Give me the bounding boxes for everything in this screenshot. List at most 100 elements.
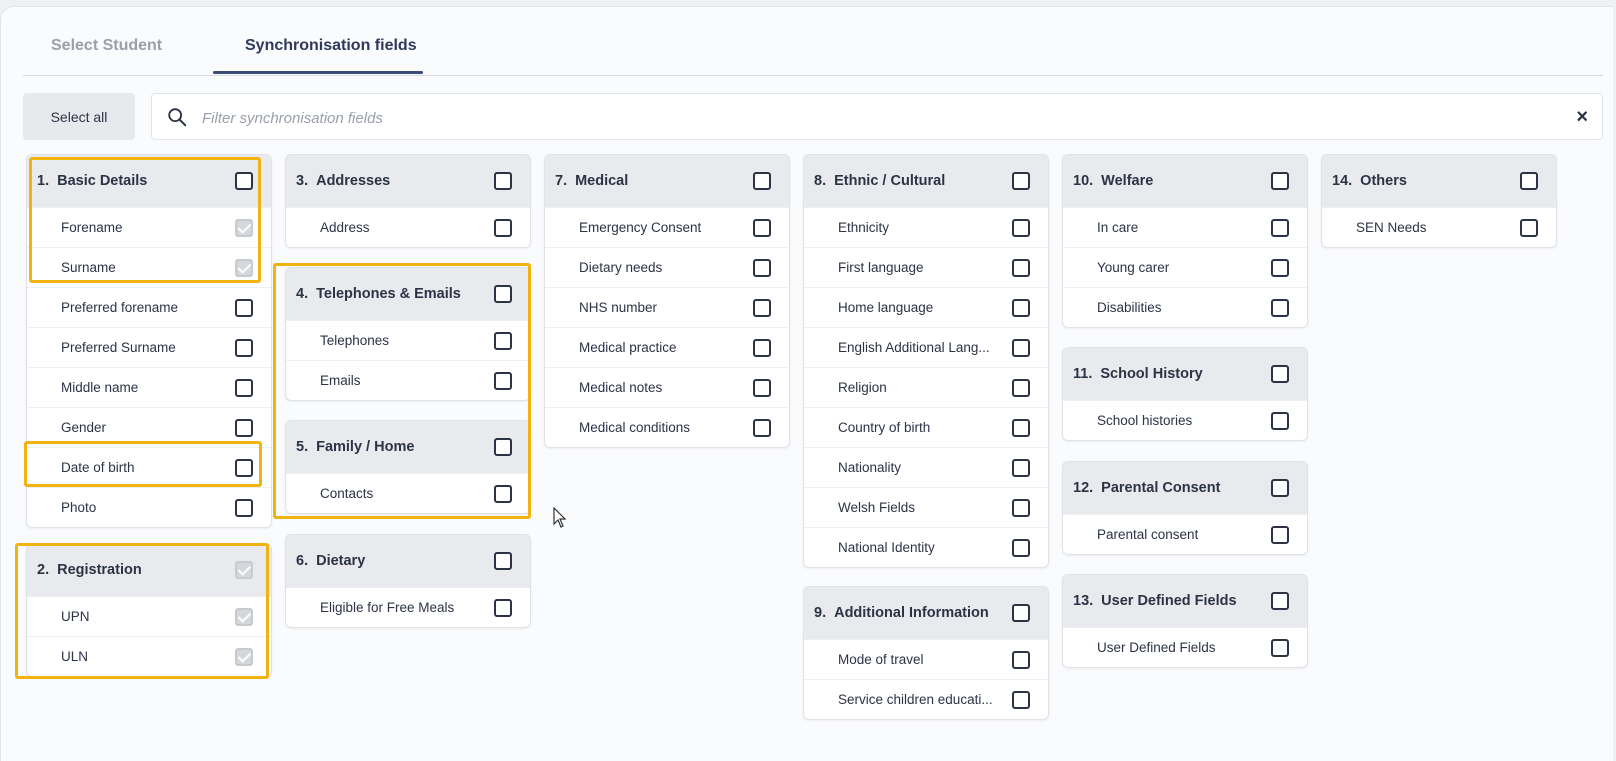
section-number: 11. [1073,366,1093,382]
filter-input[interactable] [200,102,1544,134]
field-label: Nationality [838,460,902,475]
tab-select-student[interactable]: Select Student [51,37,162,55]
field-checkbox[interactable] [494,219,512,237]
field-checkbox[interactable] [494,332,512,350]
field-label: Date of birth [61,460,135,475]
field-row-upn: UPN [27,596,271,636]
field-checkbox[interactable] [235,339,253,357]
section-header: 13. User Defined Fields [1063,575,1307,627]
section-addresses: 3. Addresses Address [285,154,531,248]
field-checkbox[interactable] [1012,379,1030,397]
field-checkbox[interactable] [1271,412,1289,430]
field-checkbox[interactable] [753,219,771,237]
field-label: Home language [838,300,934,315]
field-label: English Additional Lang... [838,340,990,355]
field-row-young-carer: Young carer [1063,247,1307,287]
tab-synchronisation-fields[interactable]: Synchronisation fields [231,37,431,55]
field-checkbox[interactable] [753,419,771,437]
field-label: Eligible for Free Meals [320,600,455,615]
section-header: 3. Addresses [286,155,530,207]
field-checkbox[interactable] [1520,219,1538,237]
section-select-checkbox[interactable] [1271,172,1289,190]
field-checkbox[interactable] [1012,691,1030,709]
field-row-gender: Gender [27,407,271,447]
field-checkbox[interactable] [1012,299,1030,317]
field-checkbox[interactable] [753,339,771,357]
section-dietary: 6. Dietary Eligible for Free Meals [285,534,531,628]
section-select-checkbox[interactable] [1520,172,1538,190]
field-checkbox[interactable] [235,219,253,237]
field-row-dietary-needs: Dietary needs [545,247,789,287]
field-label: Parental consent [1097,527,1199,542]
section-number: 6. [296,553,309,569]
field-row-english-additional-lang: English Additional Lang... [804,327,1048,367]
section-telephones-emails: 4. Telephones & Emails Telephones Emails [285,267,531,401]
section-title: Telephones & Emails [316,286,461,302]
field-label: Preferred forename [61,300,179,315]
field-checkbox[interactable] [235,259,253,277]
field-label: In care [1097,220,1139,235]
section-number: 12. [1073,480,1094,496]
section-select-checkbox[interactable] [235,172,253,190]
section-ethnic-cultural: 8. Ethnic / Cultural Ethnicity First langua… [803,154,1049,568]
field-checkbox[interactable] [1271,639,1289,657]
section-select-checkbox[interactable] [753,172,771,190]
field-checkbox[interactable] [1012,651,1030,669]
field-checkbox[interactable] [1271,259,1289,277]
section-select-checkbox[interactable] [1012,604,1030,622]
section-header: 5. Family / Home [286,421,530,473]
field-label: UPN [61,609,90,624]
field-checkbox[interactable] [1012,419,1030,437]
section-select-checkbox[interactable] [1271,592,1289,610]
select-all-button[interactable]: Select all [23,93,135,140]
field-label: Photo [61,500,97,515]
section-select-checkbox[interactable] [1271,365,1289,383]
field-checkbox[interactable] [753,259,771,277]
field-checkbox[interactable] [1012,259,1030,277]
section-select-checkbox[interactable] [494,438,512,456]
section-select-checkbox[interactable] [1012,172,1030,190]
field-row-date-of-birth: Date of birth [27,447,271,487]
field-checkbox[interactable] [1012,539,1030,557]
field-row-emergency-consent: Emergency Consent [545,207,789,247]
field-checkbox[interactable] [1271,219,1289,237]
section-select-checkbox[interactable] [1271,479,1289,497]
field-checkbox[interactable] [235,459,253,477]
field-row-preferred-forename: Preferred forename [27,287,271,327]
field-label: Young carer [1097,260,1170,275]
field-label: Gender [61,420,107,435]
section-select-checkbox[interactable] [494,285,512,303]
field-checkbox[interactable] [235,648,253,666]
field-checkbox[interactable] [1012,499,1030,517]
field-checkbox[interactable] [235,499,253,517]
field-checkbox[interactable] [753,379,771,397]
section-registration: 2. Registration UPN ULN [26,543,272,677]
field-checkbox[interactable] [753,299,771,317]
field-checkbox[interactable] [235,608,253,626]
field-checkbox[interactable] [494,372,512,390]
field-checkbox[interactable] [235,379,253,397]
field-checkbox[interactable] [1271,299,1289,317]
section-select-checkbox[interactable] [494,172,512,190]
section-number: 7. [555,173,568,189]
field-label: ULN [61,649,89,664]
section-select-checkbox[interactable] [235,561,253,579]
field-checkbox[interactable] [1012,459,1030,477]
section-select-checkbox[interactable] [494,552,512,570]
field-checkbox[interactable] [235,299,253,317]
field-checkbox[interactable] [1271,526,1289,544]
field-checkbox[interactable] [494,485,512,503]
field-row-photo: Photo [27,487,271,527]
field-label: Medical conditions [579,420,691,435]
field-checkbox[interactable] [1012,219,1030,237]
field-label: Medical notes [579,380,663,395]
field-checkbox[interactable] [494,599,512,617]
field-label: Service children educati... [838,692,993,707]
section-title: Parental Consent [1101,480,1221,496]
field-row-school-histories: School histories [1063,400,1307,440]
field-checkbox[interactable] [1012,339,1030,357]
field-checkbox[interactable] [235,419,253,437]
section-family-home: 5. Family / Home Contacts [285,420,531,514]
field-row-nhs-number: NHS number [545,287,789,327]
clear-filter-icon[interactable]: × [1576,103,1588,131]
